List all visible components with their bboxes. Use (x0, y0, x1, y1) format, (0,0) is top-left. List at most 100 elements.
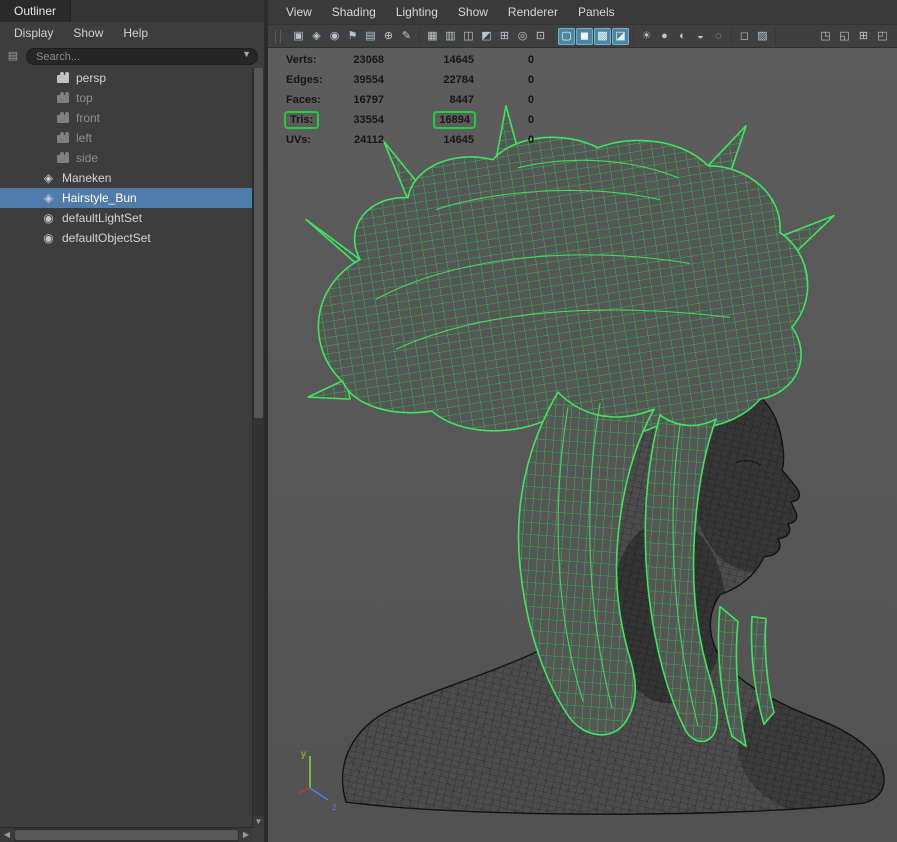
menu-shading[interactable]: Shading (322, 0, 386, 24)
item-label: left (76, 131, 92, 145)
select-camera-icon[interactable]: ▣ (290, 28, 307, 45)
grid-icon[interactable]: ▦ (424, 28, 441, 45)
menu-show[interactable]: Show (448, 0, 498, 24)
hud-value: 0 (528, 53, 534, 67)
bookmark-icon[interactable]: ⚑ (344, 28, 361, 45)
hud-label: Edges: (286, 73, 323, 87)
outliner-vertical-scrollbar[interactable]: ▼ (252, 68, 264, 828)
menu-view[interactable]: View (276, 0, 322, 24)
outliner-item-top[interactable]: top (0, 88, 253, 108)
outliner-item-defaultlightset[interactable]: defaultLightSet (0, 208, 253, 228)
outliner-item-persp[interactable]: persp (0, 68, 253, 88)
outliner-tab-row: Outliner (0, 0, 264, 22)
hud-label: Faces: (286, 93, 321, 107)
hud-value: 0 (528, 113, 534, 127)
viewport-panel: View Shading Lighting Show Renderer Pane… (268, 0, 897, 842)
grease-pencil-icon[interactable]: ✎ (398, 28, 415, 45)
camera-icon (57, 155, 69, 163)
wireframe-on-shaded-icon[interactable]: ◪ (612, 28, 629, 45)
outliner-horizontal-scrollbar[interactable]: ◀ ▶ (0, 827, 253, 842)
item-label: top (76, 91, 93, 105)
hud-row-tris: Tris: 33554 16894 0 (268, 110, 534, 130)
default-lighting-icon[interactable]: ☀ (638, 28, 655, 45)
xray-icon[interactable]: ◻ (736, 28, 753, 45)
hud-value: 0 (528, 93, 534, 107)
item-label: side (76, 151, 98, 165)
field-chart-icon[interactable]: ⊞ (496, 28, 513, 45)
all-lights-icon[interactable]: ● (656, 28, 673, 45)
axis-z-label: z (332, 802, 337, 813)
hud-row-verts: Verts: 23068 14645 0 (268, 50, 534, 70)
2d-pan-zoom-icon[interactable]: ⊕ (380, 28, 397, 45)
ambient-occlusion-icon[interactable]: ◒ (692, 28, 709, 45)
hud-label-highlighted: Tris: (286, 113, 317, 127)
xray-joints-icon[interactable]: ▨ (754, 28, 771, 45)
gate-mask-icon[interactable]: ◩ (478, 28, 495, 45)
filter-icon[interactable]: ▤ (6, 49, 20, 63)
viewport-toolbar-groups: ▣◈◉⚑▤⊕✎▦▥◫◩⊞◎⊡▢◼▩◪☀●◐◒◌◻▨ (286, 28, 776, 45)
outliner-tab[interactable]: Outliner (0, 0, 71, 22)
outliner-item-defaultobjectset[interactable]: defaultObjectSet (0, 228, 253, 248)
mesh-icon (42, 192, 55, 205)
safe-action-icon[interactable]: ◎ (514, 28, 531, 45)
item-label: Hairstyle_Bun (62, 191, 137, 205)
outliner-item-left[interactable]: left (0, 128, 253, 148)
hud-value: 16797 (353, 93, 384, 107)
panel-menu-icon[interactable]: ◰ (874, 28, 891, 45)
menu-help[interactable]: Help (113, 22, 158, 44)
toolbar-group: ▣◈◉⚑▤⊕✎ (286, 28, 420, 45)
image-plane-icon[interactable]: ▤ (362, 28, 379, 45)
search-input[interactable] (26, 48, 258, 65)
textured-display-icon[interactable]: ▩ (594, 28, 611, 45)
isolate-select-icon[interactable]: ◳ (817, 28, 834, 45)
motion-blur-icon[interactable]: ◌ (710, 28, 727, 45)
item-label: defaultObjectSet (62, 231, 151, 245)
horizontal-scroll-thumb[interactable] (15, 830, 238, 840)
camera-icon (57, 135, 69, 143)
menu-panels[interactable]: Panels (568, 0, 625, 24)
viewport-toolbar-right: ◳◱⊞◰ (817, 28, 891, 45)
scroll-down-arrow-icon[interactable]: ▼ (253, 816, 264, 828)
outliner-panel: Outliner Display Show Help ▤ ▼ persp top (0, 0, 264, 842)
camera-attributes-icon[interactable]: ◉ (326, 28, 343, 45)
menu-show[interactable]: Show (63, 22, 113, 44)
wireframe-scene[interactable] (268, 48, 897, 842)
shaded-display-icon[interactable]: ◼ (576, 28, 593, 45)
toolbar-drag-handle[interactable] (275, 30, 281, 43)
toolbar-group: ▦▥◫◩⊞◎⊡ (420, 28, 554, 45)
menu-renderer[interactable]: Renderer (498, 0, 568, 24)
hud-value: 0 (528, 133, 534, 147)
hud-value: 33554 (353, 113, 384, 127)
item-label: persp (76, 71, 106, 85)
toolbar-group: ◻▨ (732, 28, 776, 45)
item-label: defaultLightSet (62, 211, 142, 225)
scroll-right-arrow-icon[interactable]: ▶ (239, 828, 253, 842)
set-icon (42, 212, 55, 225)
panel-layout-single-icon[interactable]: ◱ (836, 28, 853, 45)
resolution-gate-icon[interactable]: ◫ (460, 28, 477, 45)
viewport-menubar: View Shading Lighting Show Renderer Pane… (268, 0, 897, 24)
film-gate-icon[interactable]: ▥ (442, 28, 459, 45)
outliner-item-side[interactable]: side (0, 148, 253, 168)
hud-row-faces: Faces: 16797 8447 0 (268, 90, 534, 110)
viewport-toolbar: ▣◈◉⚑▤⊕✎▦▥◫◩⊞◎⊡▢◼▩◪☀●◐◒◌◻▨ ◳◱⊞◰ (268, 24, 897, 48)
scroll-left-arrow-icon[interactable]: ◀ (0, 828, 14, 842)
mesh-icon (42, 172, 55, 185)
outliner-item-maneken[interactable]: Maneken (0, 168, 253, 188)
wireframe-display-icon[interactable]: ▢ (558, 28, 575, 45)
menu-lighting[interactable]: Lighting (386, 0, 448, 24)
outliner-item-front[interactable]: front (0, 108, 253, 128)
hud-value-highlighted: 16894 (435, 113, 474, 127)
hud-row-uvs: UVs: 24112 14645 0 (268, 130, 534, 150)
search-options-arrow-icon[interactable]: ▼ (242, 49, 251, 59)
shadows-icon[interactable]: ◐ (674, 28, 691, 45)
set-icon (42, 232, 55, 245)
outliner-item-hairstyle-bun[interactable]: Hairstyle_Bun (0, 188, 253, 208)
panel-layout-four-icon[interactable]: ⊞ (855, 28, 872, 45)
vertical-scroll-thumb[interactable] (254, 68, 263, 418)
safe-title-icon[interactable]: ⊡ (532, 28, 549, 45)
viewport-canvas[interactable]: Verts: 23068 14645 0 Edges: 39554 22784 … (268, 48, 897, 842)
camera-icon (57, 115, 69, 123)
menu-display[interactable]: Display (4, 22, 63, 44)
camera-lock-icon[interactable]: ◈ (308, 28, 325, 45)
